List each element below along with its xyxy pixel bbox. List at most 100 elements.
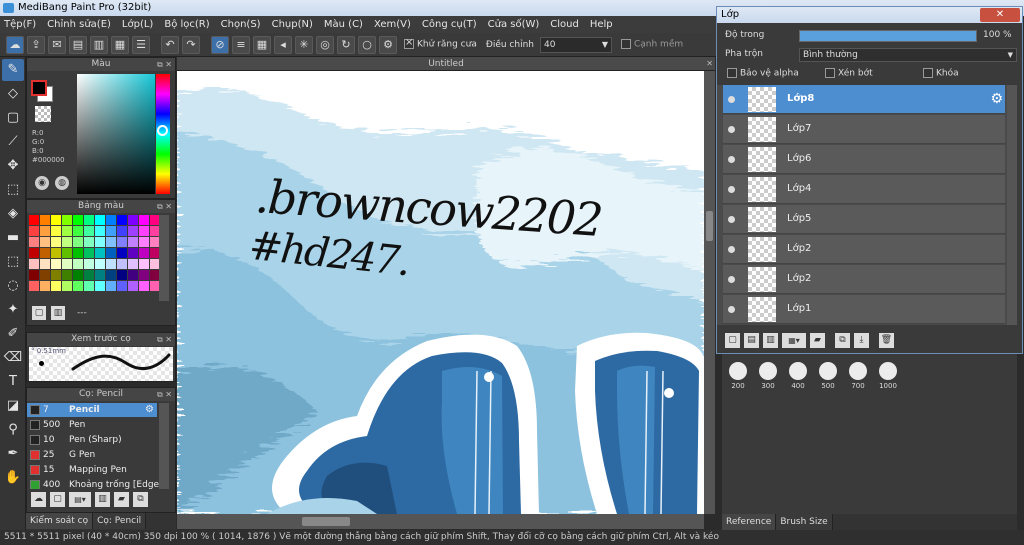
select-tool-icon[interactable]: ⬚ (2, 179, 24, 201)
palette-scrollbar[interactable] (159, 215, 169, 301)
brush-size-preset[interactable]: 1000 (877, 362, 899, 390)
brush-new-icon[interactable]: ▢ (50, 492, 65, 507)
palette-swatch[interactable] (62, 237, 72, 247)
snap-off-icon[interactable]: ⊘ (211, 35, 229, 54)
palette-swatch[interactable] (62, 281, 72, 291)
vertical-scroll-thumb[interactable] (706, 211, 713, 241)
curve-snap-icon[interactable]: ↻ (337, 35, 355, 54)
palette-swatch[interactable] (73, 237, 83, 247)
menu-item[interactable]: Chọn(S) (221, 19, 261, 30)
brush-size-preset[interactable]: 200 (727, 362, 749, 390)
lock-toggle[interactable]: Khóa (923, 68, 959, 79)
layer-folder-icon[interactable]: ▰ (810, 333, 825, 348)
fg-color-swatch[interactable] (31, 80, 47, 96)
palette-swatch[interactable] (117, 270, 127, 280)
brush-add-menu-icon[interactable]: ▤▾ (69, 492, 91, 507)
ellipse-snap-icon[interactable]: ○ (358, 35, 376, 54)
palette-swatch[interactable] (117, 215, 127, 225)
brush-folder-icon[interactable]: ▰ (114, 492, 129, 507)
cloud-icon[interactable]: ☁ (6, 35, 24, 54)
antialias-toggle[interactable]: Khử răng cưa (404, 37, 477, 50)
color-mode-icon[interactable]: ◉ (35, 176, 49, 190)
new-8bit-layer-icon[interactable]: ▥ (763, 333, 778, 348)
palette-swatch[interactable] (51, 248, 61, 258)
palette-swatch[interactable] (139, 226, 149, 236)
brush-item[interactable]: 10 Pen (Sharp) (27, 433, 157, 447)
palette-swatch[interactable] (62, 248, 72, 258)
layer-row[interactable]: Lớp2 (723, 235, 1005, 264)
vanishing-snap-icon[interactable]: ◂ (274, 35, 292, 54)
palette-swatch[interactable] (29, 226, 39, 236)
palette-swatch[interactable] (40, 226, 50, 236)
visibility-eye-icon[interactable] (728, 186, 735, 193)
palette-swatch[interactable] (128, 281, 138, 291)
palette-swatch[interactable] (95, 248, 105, 258)
select-pen-icon[interactable]: ✐ (2, 323, 24, 345)
visibility-eye-icon[interactable] (728, 126, 735, 133)
palette-swatch[interactable] (139, 248, 149, 258)
panel-float-close-icon[interactable]: ⧉ ✕ (157, 388, 172, 401)
layer-row[interactable]: Lớp7 (723, 115, 1005, 144)
palette-swatch[interactable] (139, 237, 149, 247)
palette-swatch[interactable] (73, 281, 83, 291)
palette-swatch[interactable] (106, 281, 116, 291)
hand-tool-icon[interactable]: ✋ (2, 467, 24, 489)
grid-page-icon[interactable]: ▦ (111, 35, 129, 54)
list-icon[interactable]: ☰ (132, 35, 150, 54)
undo-icon[interactable]: ↶ (161, 35, 179, 54)
brush-tool-icon[interactable]: ✎ (2, 59, 24, 81)
new-halftone-layer-icon[interactable]: ▤ (744, 333, 759, 348)
menu-item[interactable]: Tệp(F) (4, 19, 36, 30)
snap-settings-gear-icon[interactable]: ⚙ (379, 35, 397, 54)
shape-tool-icon[interactable]: ▢ (2, 107, 24, 129)
palette-swatch[interactable] (62, 215, 72, 225)
brush-size-preset[interactable]: 500 (817, 362, 839, 390)
brush-duplicate-icon[interactable]: ⧉ (133, 492, 148, 507)
tab-brush-control[interactable]: Kiểm soát cọ (26, 513, 94, 529)
antialias-checkbox[interactable] (404, 37, 414, 50)
gradient-tool-icon[interactable]: ▬ (2, 227, 24, 249)
brush-scrollbar[interactable] (159, 403, 169, 489)
soft-edge-checkbox[interactable] (620, 39, 631, 50)
horizontal-scroll-thumb[interactable] (302, 517, 350, 526)
palette-swatch[interactable] (73, 259, 83, 269)
palette-swatch[interactable] (117, 226, 127, 236)
brush-item[interactable]: 7 Pencil ⚙ (27, 403, 157, 417)
visibility-eye-icon[interactable] (728, 96, 735, 103)
visibility-eye-icon[interactable] (728, 246, 735, 253)
palette-swatch[interactable] (84, 248, 94, 258)
menu-item[interactable]: Chỉnh sửa(E) (47, 19, 111, 30)
rect-select-icon[interactable]: ⬚ (2, 251, 24, 273)
palette-swatch[interactable] (73, 248, 83, 258)
brush-item[interactable]: 400 Khoảng trống [Edge I (27, 478, 159, 489)
palette-swatch[interactable] (106, 237, 116, 247)
palette-swatch[interactable] (29, 215, 39, 225)
new-layer-icon[interactable]: ▢ (725, 333, 740, 348)
palette-swatch[interactable] (40, 270, 50, 280)
palette-swatch[interactable] (117, 248, 127, 258)
eyedropper-tool-icon[interactable]: ⚲ (2, 419, 24, 441)
visibility-eye-icon[interactable] (728, 306, 735, 313)
protect-alpha-toggle[interactable]: Bảo vệ alpha (727, 68, 799, 79)
palette-swatch[interactable] (117, 259, 127, 269)
palette-swatch[interactable] (95, 270, 105, 280)
circle-snap-icon[interactable]: ◎ (316, 35, 334, 54)
duplicate-layer-icon[interactable]: ⧉ (835, 333, 850, 348)
eraser-tool-icon[interactable]: ◇ (2, 83, 24, 105)
palette-swatch[interactable] (84, 281, 94, 291)
clipping-checkbox[interactable] (825, 68, 835, 78)
radial-snap-icon[interactable]: ✳ (295, 35, 313, 54)
layer-settings-gear-icon[interactable]: ⚙ (990, 91, 1003, 107)
palette-swatch[interactable] (40, 215, 50, 225)
palette-swatch[interactable] (84, 237, 94, 247)
palette-swatch[interactable] (51, 237, 61, 247)
layer-row[interactable]: Lớp5 (723, 205, 1005, 234)
palette-swatch[interactable] (128, 237, 138, 247)
brush-settings-gear-icon[interactable]: ⚙ (145, 403, 154, 417)
brush-size-preset[interactable]: 300 (757, 362, 779, 390)
canvas-tab[interactable]: Untitled ✕ (177, 57, 715, 71)
palette-swatch[interactable] (95, 237, 105, 247)
palette-swatch[interactable] (139, 281, 149, 291)
palette-swatch[interactable] (106, 226, 116, 236)
palette-swatch[interactable] (117, 237, 127, 247)
